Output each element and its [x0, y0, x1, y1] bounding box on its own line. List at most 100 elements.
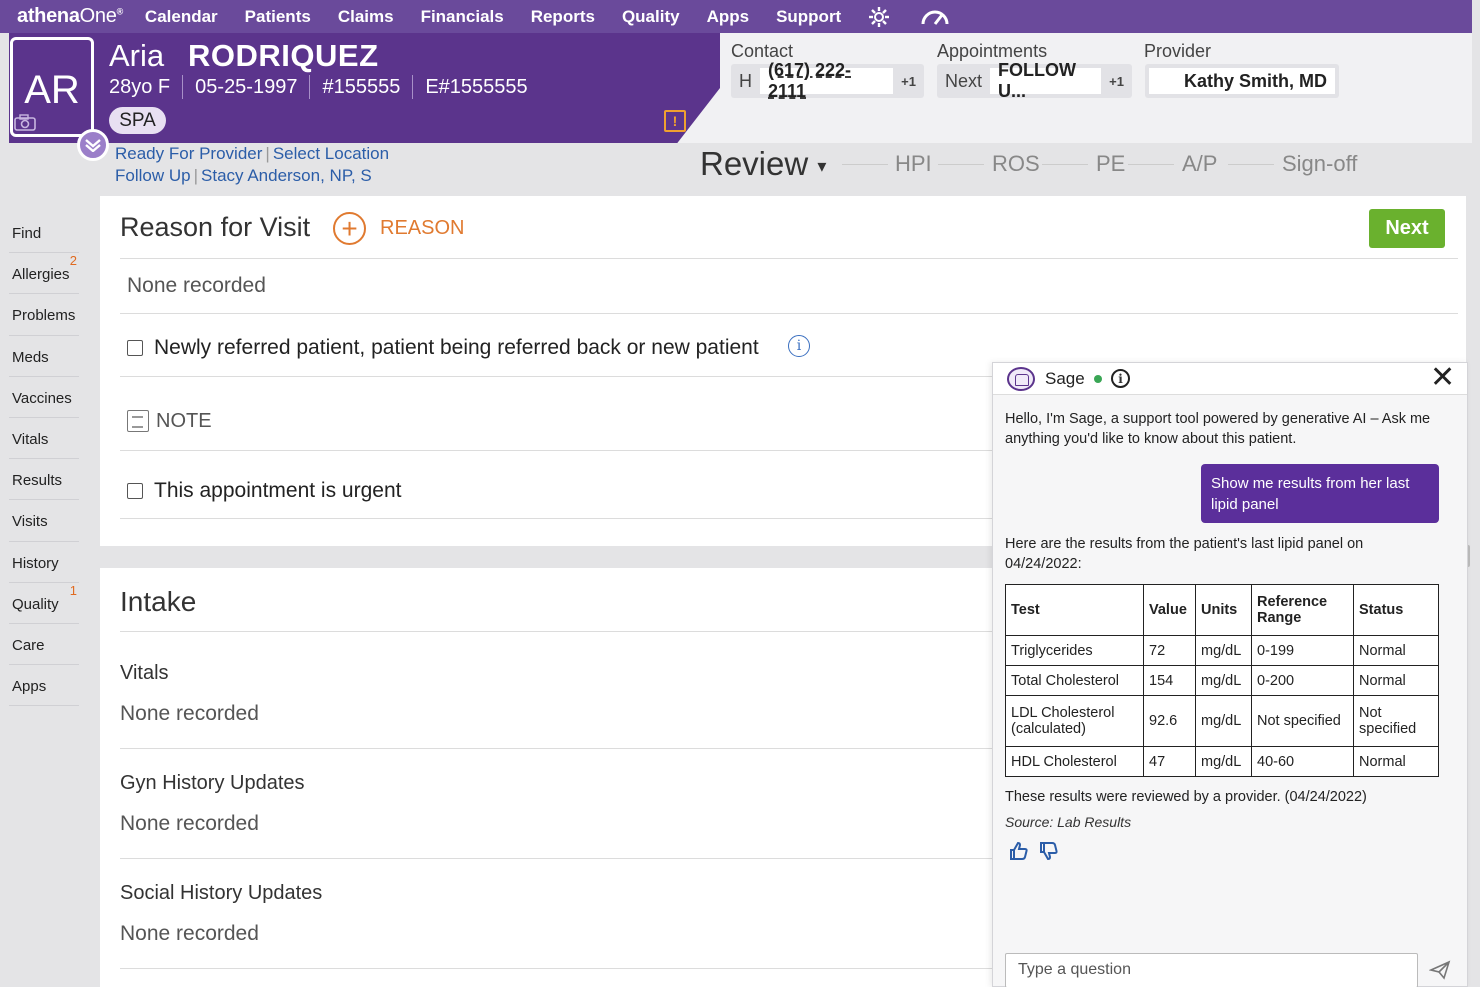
divider: [412, 75, 414, 99]
table-cell: Total Cholesterol: [1005, 665, 1144, 696]
contact-more[interactable]: +1: [893, 74, 924, 89]
step-connector: [842, 164, 888, 165]
close-icon[interactable]: ✕: [1430, 363, 1455, 393]
step-connector: [1042, 164, 1088, 165]
table-cell: 47: [1143, 746, 1196, 777]
sage-title: Sage: [1045, 369, 1085, 388]
camera-icon[interactable]: [14, 114, 38, 132]
sage-info-icon[interactable]: i: [1111, 369, 1130, 388]
thumbs-up-icon[interactable]: [1009, 841, 1029, 866]
sidebar-item-find[interactable]: Find: [9, 212, 79, 254]
intake-section-social-title[interactable]: Social History Updates: [120, 882, 322, 905]
sidebar-item-visits[interactable]: Visits: [9, 500, 79, 542]
nav-calendar[interactable]: Calendar: [145, 7, 218, 27]
new-patient-checkbox[interactable]: [127, 340, 143, 356]
intake-section-vitals-title[interactable]: Vitals: [120, 662, 169, 685]
sage-greeting: Hello, I'm Sage, a support tool powered …: [1005, 411, 1431, 447]
reason-for-visit-title: Reason for Visit: [120, 212, 311, 242]
step-pe[interactable]: PE: [1096, 151, 1125, 177]
table-row: Triglycerides 72 mg/dL 0-199 Normal: [1005, 635, 1439, 666]
table-row: HDL Cholesterol 47 mg/dL 40-60 Normal: [1005, 746, 1439, 777]
next-button[interactable]: Next: [1369, 209, 1445, 248]
staff-link[interactable]: Stacy Anderson, NP, S: [201, 166, 372, 185]
intake-section-gyn-title[interactable]: Gyn History Updates: [120, 772, 305, 795]
sidebar-item-vaccines[interactable]: Vaccines: [9, 377, 79, 418]
contact-pill[interactable]: H (617) 222-2111 +1: [731, 60, 924, 101]
gear-icon[interactable]: [868, 6, 890, 28]
sidebar-item-care[interactable]: Care: [9, 624, 79, 666]
nav-reports[interactable]: Reports: [531, 7, 595, 27]
nav-apps[interactable]: Apps: [707, 7, 750, 27]
dropdown-caret-icon[interactable]: ▾: [817, 156, 826, 176]
nav-claims[interactable]: Claims: [338, 7, 394, 27]
sage-question-input[interactable]: Type a question: [1005, 953, 1418, 987]
step-hpi[interactable]: HPI: [895, 151, 932, 177]
select-location-link[interactable]: Select Location: [273, 144, 389, 163]
sidebar-item-problems[interactable]: Problems: [9, 294, 79, 336]
intake-title: Intake: [120, 586, 197, 617]
nav-financials[interactable]: Financials: [421, 7, 504, 27]
sage-logo-icon: [1007, 367, 1035, 391]
new-patient-label[interactable]: Newly referred patient, patient being re…: [154, 336, 759, 360]
provider-label: Provider: [1144, 41, 1212, 61]
appointment-prefix: Next: [945, 70, 983, 91]
appointment-value[interactable]: FOLLOW U...: [990, 60, 1102, 101]
table-header: Units: [1195, 584, 1252, 636]
table-cell: HDL Cholesterol: [1005, 746, 1144, 777]
sidebar-item-quality[interactable]: Quality 1: [9, 583, 79, 624]
info-icon[interactable]: i: [788, 335, 810, 357]
contact-phone[interactable]: (617) 222-2111: [760, 60, 894, 101]
add-reason-link[interactable]: REASON: [380, 217, 464, 240]
step-ros[interactable]: ROS: [992, 151, 1040, 177]
source-note: Source: Lab Results: [1005, 814, 1132, 830]
reason-empty-text: None recorded: [127, 274, 266, 297]
intake-section-vitals-value: None recorded: [120, 702, 259, 725]
status-links-row-2: Follow Up | Stacy Anderson, NP, S: [115, 166, 372, 185]
ready-for-provider-link[interactable]: Ready For Provider: [115, 144, 262, 163]
step-sign-off[interactable]: Sign-off: [1282, 151, 1357, 177]
urgent-checkbox[interactable]: [127, 483, 143, 499]
patient-tag-badge[interactable]: SPA: [109, 107, 166, 134]
table-cell: LDL Cholesterol (calculated): [1005, 695, 1144, 747]
note-label[interactable]: NOTE: [156, 410, 212, 433]
nav-quality[interactable]: Quality: [622, 7, 680, 27]
note-icon[interactable]: [127, 410, 149, 432]
table-cell: Normal: [1353, 746, 1439, 777]
add-reason-icon[interactable]: +: [333, 212, 366, 245]
urgent-label[interactable]: This appointment is urgent: [154, 479, 401, 503]
athenaone-logo[interactable]: athenaOne®: [17, 5, 123, 28]
thumbs-down-icon[interactable]: [1039, 841, 1059, 866]
appointments-pill[interactable]: Next FOLLOW U... +1: [937, 60, 1132, 101]
lipid-results-table: Test Value Units Reference Range Status …: [1005, 584, 1439, 777]
nav-patients[interactable]: Patients: [245, 7, 311, 27]
follow-up-link[interactable]: Follow Up: [115, 166, 191, 185]
sidebar-item-allergies[interactable]: Allergies 2: [9, 253, 79, 295]
gauge-icon[interactable]: [920, 7, 950, 27]
step-ap[interactable]: A/P: [1182, 151, 1217, 177]
sidebar-item-history[interactable]: History: [9, 542, 79, 583]
expand-chevron-icon[interactable]: [77, 129, 109, 161]
table-cell: Not specified: [1251, 695, 1354, 747]
sidebar-item-results[interactable]: Results: [9, 459, 79, 501]
sage-header: Sage i ✕: [993, 363, 1467, 395]
sidebar-item-meds[interactable]: Meds: [9, 336, 79, 377]
user-message-bubble: Show me results from her last lipid pane…: [1201, 464, 1439, 523]
table-cell: mg/dL: [1195, 746, 1252, 777]
table-cell: 72: [1143, 635, 1196, 666]
nav-support[interactable]: Support: [776, 7, 841, 27]
divider: [120, 518, 992, 519]
table-header: Value: [1143, 584, 1196, 636]
table-header: Reference Range: [1251, 584, 1354, 636]
workflow-current-stage[interactable]: Review ▾: [700, 145, 826, 183]
sidebar-item-vitals[interactable]: Vitals: [9, 418, 79, 460]
provider-pill[interactable]: Kathy Smith, MD: [1145, 64, 1339, 98]
alert-icon[interactable]: !: [664, 110, 686, 132]
send-icon[interactable]: [1428, 960, 1451, 985]
sidebar-item-apps[interactable]: Apps: [9, 665, 79, 707]
table-row: Total Cholesterol 154 mg/dL 0-200 Normal: [1005, 665, 1439, 696]
divider: [120, 631, 992, 632]
divider: [120, 313, 1458, 314]
intake-section-social-value: None recorded: [120, 922, 259, 945]
provider-name[interactable]: Kathy Smith, MD: [1149, 68, 1335, 94]
appointment-more[interactable]: +1: [1101, 74, 1132, 89]
